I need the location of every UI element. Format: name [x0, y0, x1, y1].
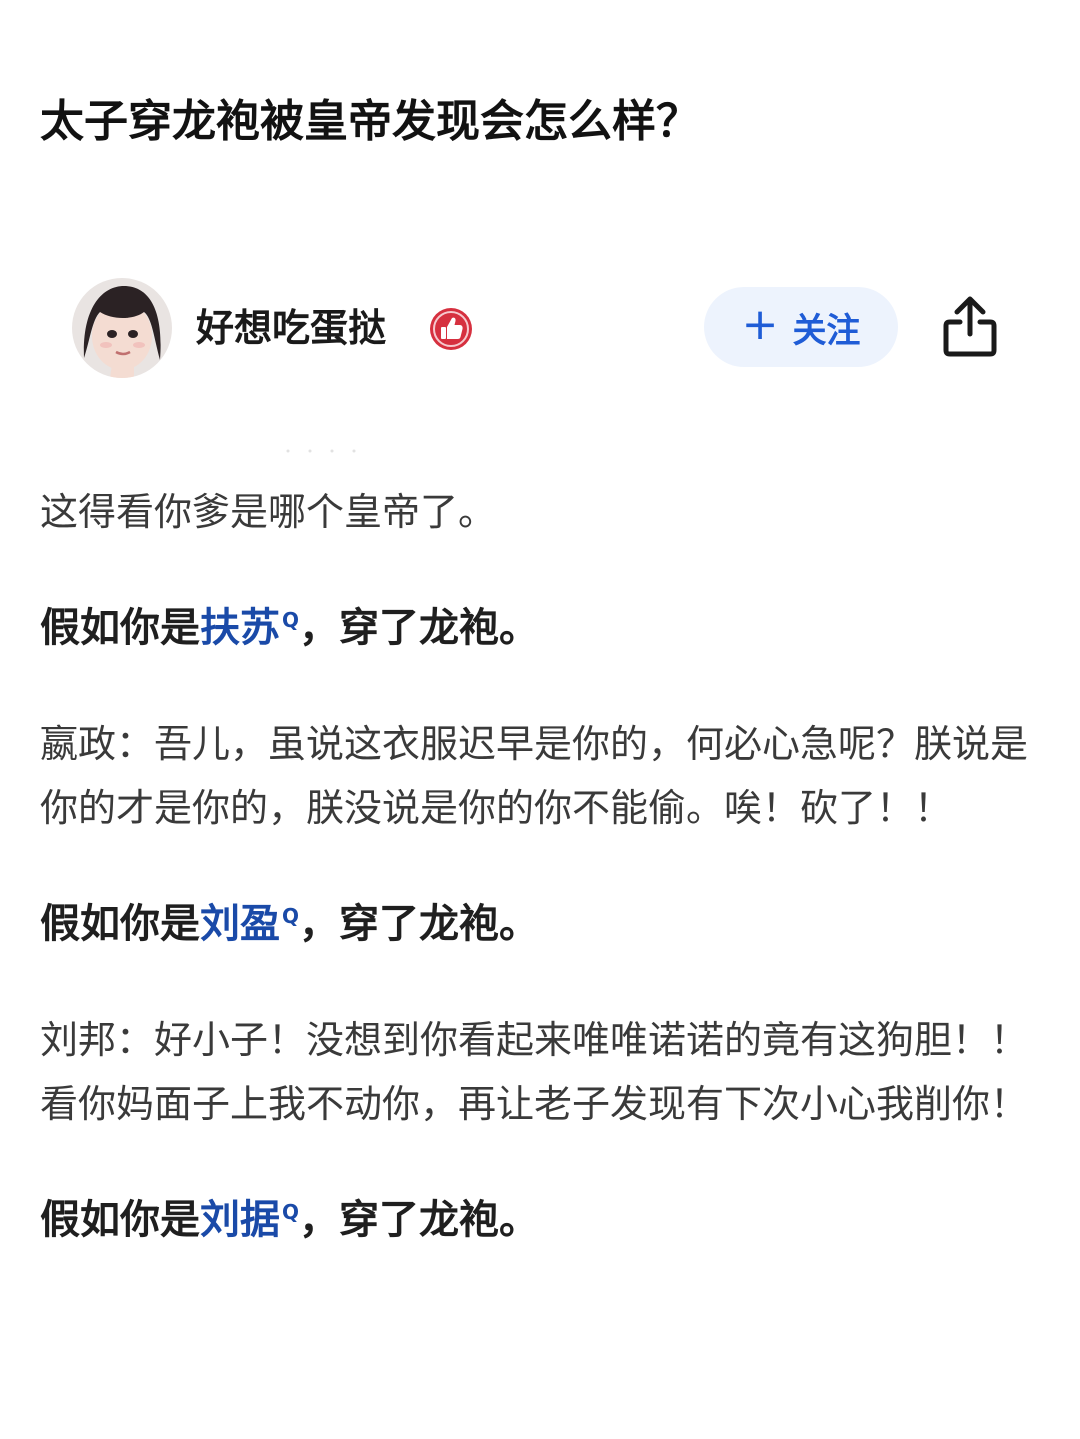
question-title[interactable]: 太子穿龙袍被皇帝发现会怎么样？	[40, 92, 1040, 152]
section-response: 嬴政：吾儿，虽说这衣服迟早是你的，何必心急呢？朕说是你的才是你的，朕没说是你的你…	[40, 722, 1029, 830]
search-icon[interactable]: Q	[282, 1202, 299, 1222]
avatar-photo	[72, 278, 172, 378]
share-button[interactable]	[938, 292, 1002, 360]
heading-prefix: 假如你是	[40, 605, 200, 651]
search-link-liuying[interactable]: 刘盈	[200, 901, 280, 947]
author-bar: 好想吃蛋挞 + 关注	[72, 278, 1012, 378]
author-name[interactable]: 好想吃蛋挞	[196, 304, 386, 352]
heading-suffix: ，穿了龙袍。	[299, 901, 540, 947]
heading-prefix: 假如你是	[40, 1197, 200, 1243]
divider-dots	[286, 449, 356, 453]
search-link-fusu[interactable]: 扶苏	[200, 605, 280, 651]
answer-page: 太子穿龙袍被皇帝发现会怎么样？ 好想吃蛋挞 + 关注 这得看你爹是哪个皇帝了。 …	[0, 0, 1080, 1439]
section-heading: 假如你是刘盈 Q，穿了龙袍。	[40, 892, 1040, 956]
search-icon[interactable]: Q	[282, 906, 299, 926]
section-heading: 假如你是扶苏 Q，穿了龙袍。	[40, 596, 1040, 660]
answer-content: 这得看你爹是哪个皇帝了。 假如你是扶苏 Q，穿了龙袍。 嬴政：吾儿，虽说这衣服迟早…	[40, 480, 1040, 1252]
author-avatar[interactable]	[72, 278, 172, 378]
section-heading: 假如你是刘据 Q，穿了龙袍。	[40, 1188, 1040, 1252]
answer-intro: 这得看你爹是哪个皇帝了。	[40, 490, 497, 534]
follow-button[interactable]: + 关注	[704, 287, 898, 367]
heading-prefix: 假如你是	[40, 901, 200, 947]
share-icon	[943, 296, 997, 357]
thumbs-up-badge-icon	[428, 306, 474, 352]
section-response: 刘邦：好小子！没想到你看起来唯唯诺诺的竟有这狗胆！！看你妈面子上我不动你，再让老…	[40, 1018, 1029, 1126]
heading-suffix: ，穿了龙袍。	[299, 605, 540, 651]
heading-suffix: ，穿了龙袍。	[299, 1197, 540, 1243]
search-icon[interactable]: Q	[282, 610, 299, 630]
plus-icon: +	[741, 299, 779, 350]
search-link-liuju[interactable]: 刘据	[200, 1197, 280, 1243]
follow-label: 关注	[792, 310, 861, 351]
